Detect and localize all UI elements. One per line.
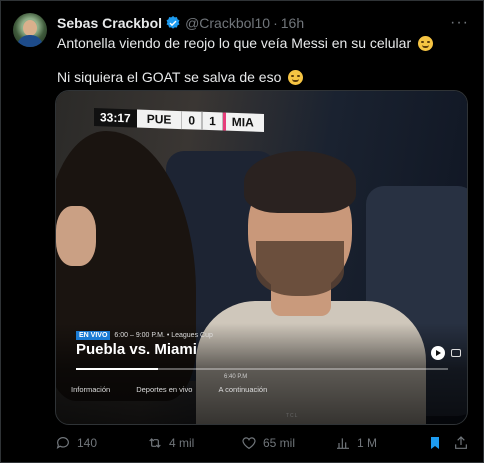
tv-nav-row: Información Deportes en vivo A continuac… [71, 385, 267, 394]
tweet-text-1: Antonella viendo de reojo lo que veía Me… [57, 35, 412, 51]
avatar-face [23, 20, 37, 36]
tv-progress-fill [76, 368, 158, 370]
tv-time-label: 6:40 P.M [224, 374, 248, 380]
separator-dot: · [273, 15, 278, 31]
live-badge: EN VIVO [76, 331, 111, 340]
tv-progress-bar [76, 368, 448, 370]
tweet-text-line-1: Antonella viendo de reojo lo que veía Me… [57, 34, 433, 52]
tv-nav-up-next: A continuación [218, 385, 268, 394]
play-icon [431, 346, 445, 360]
live-row: EN VIVO 6:00 – 9:00 P.M. • Leagues Cup [76, 331, 213, 340]
away-goals: 1 [202, 111, 223, 131]
avatar-shirt [17, 35, 43, 47]
tv-nav-info: Información [71, 385, 111, 394]
match-clock: 33:17 [94, 108, 137, 128]
heart-icon [242, 437, 256, 450]
schedule-text: 6:00 – 9:00 P.M. • Leagues Cup [114, 332, 213, 339]
tweet-text-line-2: Ni siquiera el GOAT se salva de eso [57, 68, 304, 86]
views-button[interactable]: 1 M [335, 435, 377, 451]
bookmark-button[interactable] [427, 435, 449, 451]
tweet-actions: 140 4 mil 65 mil 1 M [55, 435, 469, 453]
post-time[interactable]: 16h [281, 15, 304, 31]
author-name[interactable]: Sebas Crackbol [57, 15, 162, 31]
bookmark-icon [431, 437, 439, 449]
tv-nav-live-sports: Deportes en vivo [136, 385, 193, 394]
home-goals: 0 [181, 111, 203, 130]
away-team: MIA [222, 112, 264, 132]
views-count: 1 M [357, 436, 378, 450]
relieved-emoji-icon [288, 70, 304, 85]
verified-badge-icon [166, 16, 180, 29]
rolling-laughing-emoji-icon [418, 36, 433, 51]
home-team: PUE [136, 109, 182, 130]
tweet-text-2: Ni siquiera el GOAT se salva de eso [57, 69, 282, 85]
tv-brand-logo: TCL [286, 413, 299, 419]
tweet-card[interactable]: Sebas Crackbol @Crackbol10 · 16h ··· Ant… [0, 0, 484, 463]
avatar[interactable] [13, 13, 47, 47]
repost-count: 4 mil [169, 436, 195, 450]
man-hair [244, 151, 356, 213]
repost-button[interactable]: 4 mil [147, 435, 194, 451]
views-chart-icon [337, 438, 349, 449]
like-count: 65 mil [263, 436, 296, 450]
repost-icon [149, 438, 161, 448]
reply-button[interactable]: 140 [55, 435, 97, 451]
share-button[interactable] [453, 435, 475, 451]
reply-icon [56, 437, 69, 449]
woman-face [56, 206, 96, 266]
tweet-header: Sebas Crackbol @Crackbol10 · 16h [57, 14, 304, 32]
reply-count: 140 [77, 436, 98, 450]
author-handle[interactable]: @Crackbol10 [185, 15, 270, 31]
share-icon [455, 436, 467, 449]
more-options-icon[interactable]: ··· [450, 14, 469, 32]
captions-icon [451, 349, 461, 357]
like-button[interactable]: 65 mil [241, 435, 295, 451]
match-title: Puebla vs. Miami [76, 341, 197, 358]
tweet-media-photo[interactable]: 33:17 PUE 0 1 MIA EN VIVO 6:00 – 9:00 P.… [55, 90, 468, 425]
man-beard [256, 241, 344, 296]
